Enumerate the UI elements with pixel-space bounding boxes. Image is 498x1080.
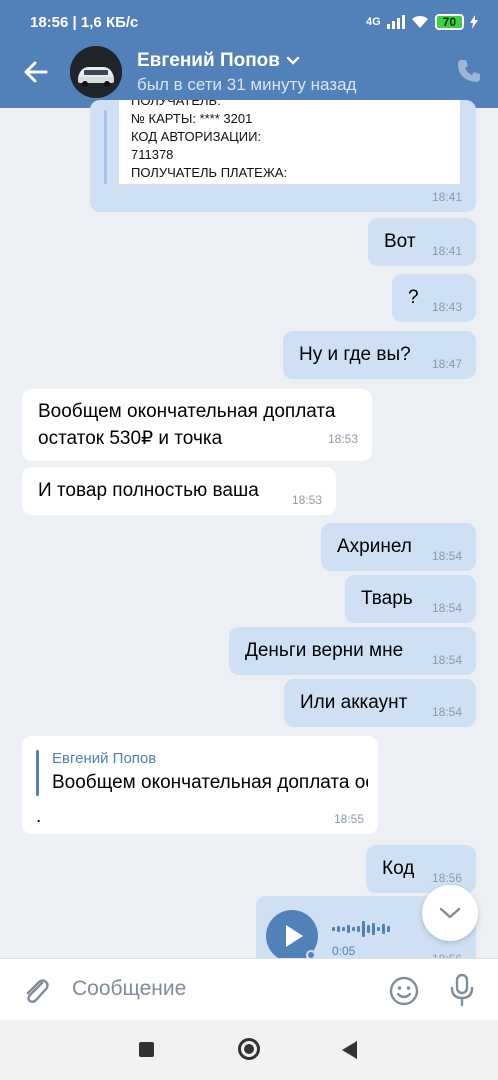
quote-text[interactable]: Вообщем окончательная доплата ос… — [52, 772, 368, 794]
system-nav-bar — [0, 1020, 498, 1080]
car-icon — [70, 46, 122, 98]
play-button[interactable] — [266, 910, 318, 962]
system-back-button[interactable] — [342, 1041, 357, 1059]
message-text: остаток 530₽ и точка — [38, 428, 223, 449]
reply-message-bubble[interactable]: Евгений Попов Вообщем окончательная допл… — [22, 736, 378, 834]
message-bubble-out[interactable]: Или аккаунт 18:54 — [284, 679, 476, 727]
status-bar: 18:56 | 1,6 КБ/с 4G 70 — [30, 10, 478, 34]
back-arrow-icon[interactable] — [22, 58, 50, 86]
quote-author[interactable]: Евгений Попов — [52, 750, 156, 767]
message-bubble-out[interactable]: Ахринел 18:54 — [321, 523, 476, 571]
contact-name[interactable]: Евгений Попов — [137, 50, 300, 72]
message-bubble-out[interactable]: Деньги верни мне 18:54 — [229, 627, 476, 675]
message-text: Ну и где вы? — [299, 344, 411, 365]
message-bubble-in[interactable]: И товар полностью ваша 18:53 — [22, 467, 336, 515]
paperclip-icon[interactable] — [20, 975, 52, 1007]
message-bubble-out[interactable]: Тварь 18:54 — [345, 575, 476, 623]
battery-badge: 70 — [434, 14, 464, 30]
message-time: 18:53 — [327, 432, 358, 446]
message-bubble-in[interactable]: Вообщем окончательная доплата остаток 53… — [22, 389, 372, 461]
quote-bar — [36, 750, 39, 796]
message-text: И товар полностью ваша — [38, 480, 259, 501]
message-time: 18:54 — [431, 653, 462, 667]
emoji-icon[interactable] — [388, 975, 420, 1007]
message-time: 18:55 — [333, 812, 364, 826]
receipt-message[interactable]: ПОЛУЧАТЕЛЬ: № КАРТЫ: **** 3201 КОД АВТОР… — [90, 100, 476, 212]
message-bubble-out[interactable]: Ну и где вы? 18:47 — [283, 331, 476, 379]
waveform-icon[interactable] — [332, 918, 432, 940]
chat-header: 18:56 | 1,6 КБ/с 4G 70 Евгений Попов был… — [0, 0, 498, 108]
receipt-content: ПОЛУЧАТЕЛЬ: № КАРТЫ: **** 3201 КОД АВТОР… — [116, 100, 460, 184]
message-bubble-out[interactable]: Вот 18:41 — [368, 218, 476, 266]
message-time: 18:54 — [431, 549, 462, 563]
receipt-stripe — [104, 110, 107, 184]
receipt-line: КОД АВТОРИЗАЦИИ: — [131, 129, 262, 144]
message-text: Деньги верни мне — [245, 640, 404, 661]
signal-icon — [386, 15, 405, 29]
message-composer: Сообщение — [0, 958, 498, 1020]
home-button[interactable] — [238, 1038, 260, 1060]
message-bubble-out[interactable]: ? 18:43 — [392, 274, 476, 322]
chevron-down-icon — [286, 56, 300, 65]
message-text: . — [36, 806, 42, 827]
message-input[interactable]: Сообщение — [72, 977, 362, 1005]
receipt-line: ПОЛУЧАТЕЛЬ: — [131, 100, 221, 108]
status-speed: 1,6 КБ/с — [80, 13, 139, 31]
message-text: Или аккаунт — [300, 692, 408, 713]
message-time: 18:41 — [431, 244, 462, 258]
contact-name-label: Евгений Попов — [137, 50, 280, 71]
receipt-line: № КАРТЫ: **** 3201 — [131, 111, 253, 126]
message-time: 18:47 — [431, 357, 462, 371]
message-text: Вот — [384, 231, 416, 252]
receipt-line: ПОЛУЧАТЕЛЬ ПЛАТЕЖА: — [131, 165, 288, 180]
charging-icon — [470, 15, 478, 29]
message-time: 18:54 — [431, 705, 462, 719]
microphone-icon[interactable] — [448, 973, 476, 1007]
message-text: Вообщем окончательная доплата — [38, 401, 336, 422]
voice-duration: 0:05 — [332, 944, 356, 958]
message-text: Код — [382, 858, 415, 879]
scroll-down-button[interactable] — [422, 885, 478, 941]
presence-status: был в сети 31 минуту назад — [137, 75, 357, 94]
message-text: Ахринел — [337, 536, 412, 557]
message-time: 18:43 — [431, 300, 462, 314]
avatar[interactable] — [70, 46, 122, 98]
phone-icon[interactable] — [456, 58, 482, 84]
chevron-down-icon — [439, 907, 461, 919]
message-text: ? — [408, 287, 419, 308]
network-label: 4G — [365, 16, 381, 28]
wifi-icon — [411, 15, 428, 28]
message-time: 18:41 — [431, 190, 462, 204]
receipt-line: 711378 — [131, 147, 174, 162]
message-time: 18:56 — [431, 871, 462, 885]
status-time: 18:56 — [30, 13, 69, 31]
message-time: 18:53 — [291, 493, 322, 507]
message-text: Тварь — [361, 588, 413, 609]
recent-apps-button[interactable] — [139, 1042, 154, 1057]
message-time: 18:54 — [431, 601, 462, 615]
